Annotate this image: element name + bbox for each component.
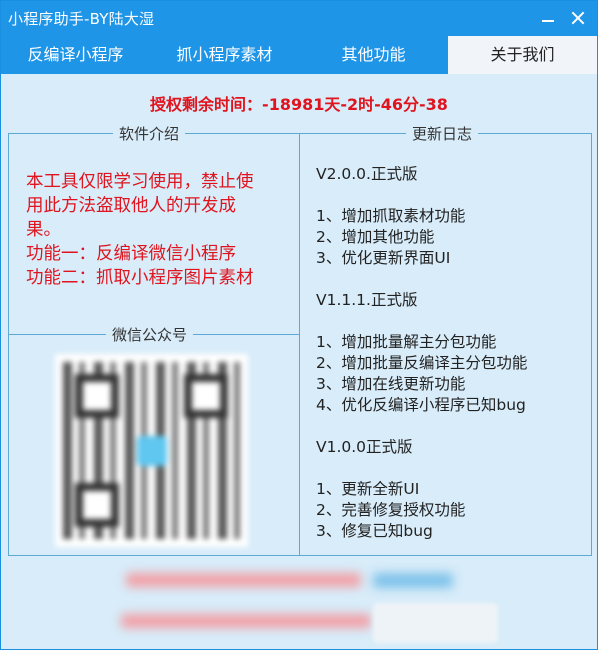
close-icon[interactable] <box>567 7 589 29</box>
app-window: 小程序助手-BY陆大湿 反编译小程序 抓小程序素材 其他功能 关于我们 授权剩余… <box>0 0 598 650</box>
window-title: 小程序助手-BY陆大湿 <box>8 10 155 28</box>
intro-heading: 软件介绍 <box>113 123 186 144</box>
intro-line: 果。 <box>26 220 61 240</box>
changelog-item: 2、增加其他功能 <box>316 228 435 246</box>
redacted-text <box>121 614 371 628</box>
left-panel: 软件介绍 本工具仅限学习使用，禁止使 用此方法盗取他人的开发成 果。 功能一：反… <box>8 123 300 555</box>
qr-finder-pattern <box>75 374 119 418</box>
changelog-heading: 更新日志 <box>406 123 479 144</box>
intro-line: 功能一：反编译微信小程序 <box>26 244 236 264</box>
intro-line: 用此方法盗取他人的开发成 <box>26 196 236 216</box>
tab-grab-assets[interactable]: 抓小程序素材 <box>150 36 299 74</box>
changelog: V2.0.0.正式版 1、增加抓取素材功能 2、增加其他功能 3、优化更新界面U… <box>316 164 576 563</box>
intro-line: 本工具仅限学习使用，禁止使 <box>26 172 254 192</box>
changelog-version: V1.0.0正式版 <box>316 438 413 456</box>
redacted-block <box>373 603 498 643</box>
tab-decompile[interactable]: 反编译小程序 <box>1 36 150 74</box>
changelog-entries: 1、更新全新UI 2、完善修复授权功能 3、修复已知bug <box>316 479 576 542</box>
license-remaining-time: 授权剩余时间：-18981天-2时-46分-38 <box>150 95 448 114</box>
changelog-item: 3、优化更新界面UI <box>316 249 451 267</box>
tab-about-us[interactable]: 关于我们 <box>448 36 597 74</box>
tab-bar: 反编译小程序 抓小程序素材 其他功能 关于我们 <box>1 36 597 74</box>
title-bar[interactable]: 小程序助手-BY陆大湿 <box>1 1 597 36</box>
changelog-item: 2、完善修复授权功能 <box>316 501 466 519</box>
changelog-version: V2.0.0.正式版 <box>316 165 418 183</box>
changelog-item: 1、增加抓取素材功能 <box>316 207 466 225</box>
minimize-icon[interactable] <box>537 7 559 29</box>
changelog-item: 1、增加批量解主分包功能 <box>316 333 497 351</box>
changelog-item: 3、修复已知bug <box>316 522 433 540</box>
right-panel: 更新日志 V2.0.0.正式版 1、增加抓取素材功能 2、增加其他功能 3、优化… <box>300 123 592 555</box>
redacted-link <box>373 573 453 588</box>
footer-divider <box>8 555 592 556</box>
changelog-item: 1、更新全新UI <box>316 480 420 498</box>
intro-line: 功能二：抓取小程序图片素材 <box>26 268 254 288</box>
qr-code-pattern <box>63 362 240 539</box>
intro-text: 本工具仅限学习使用，禁止使 用此方法盗取他人的开发成 果。 功能一：反编译微信小… <box>26 170 294 290</box>
changelog-entries: 1、增加批量解主分包功能 2、增加批量反编译主分包功能 3、增加在线更新功能 4… <box>316 332 576 416</box>
changelog-version: V1.1.1.正式版 <box>316 291 418 309</box>
changelog-item: 4、优化反编译小程序已知bug <box>316 396 526 414</box>
redacted-text <box>126 573 361 587</box>
qr-finder-pattern <box>184 374 228 418</box>
changelog-item: 2、增加批量反编译主分包功能 <box>316 354 528 372</box>
changelog-entries: 1、增加抓取素材功能 2、增加其他功能 3、优化更新界面UI <box>316 206 576 269</box>
wechat-heading: 微信公众号 <box>106 324 194 345</box>
footer-redacted-area <box>1 561 597 646</box>
tab-other-functions[interactable]: 其他功能 <box>299 36 448 74</box>
qr-finder-pattern <box>75 483 119 527</box>
changelog-item: 3、增加在线更新功能 <box>316 375 466 393</box>
wechat-qr-code <box>55 354 248 547</box>
